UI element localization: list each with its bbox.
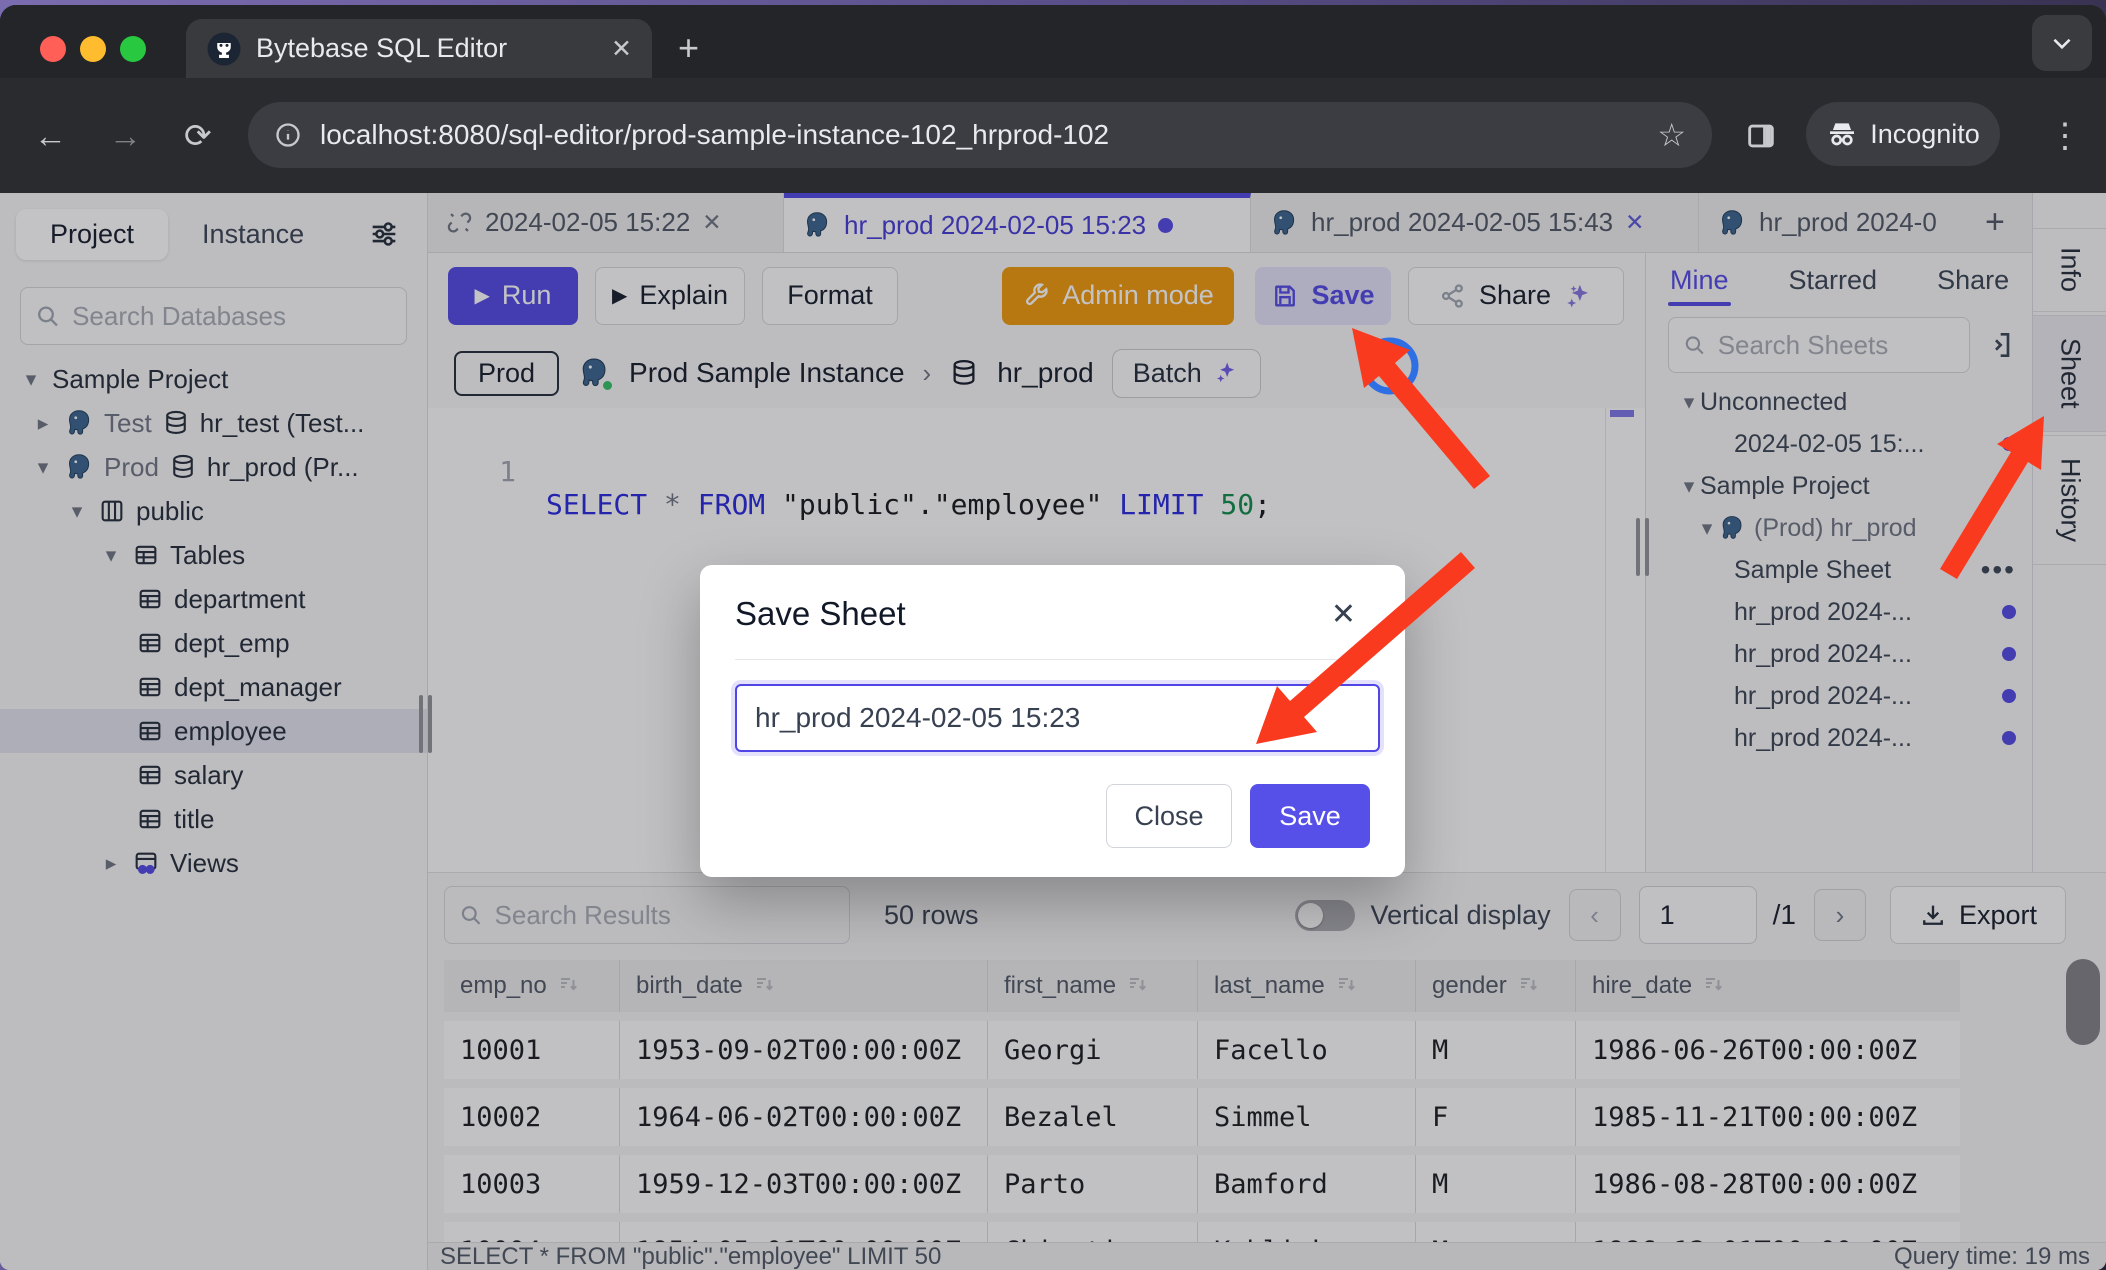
browser-tab-strip: Bytebase SQL Editor ✕ +: [0, 5, 2106, 78]
bytebase-favicon-icon: [206, 31, 242, 67]
url-text: localhost:8080/sql-editor/prod-sample-in…: [320, 119, 1639, 151]
back-icon[interactable]: ←: [34, 117, 67, 155]
close-window-button[interactable]: [40, 36, 66, 62]
side-panel-icon[interactable]: [1744, 119, 1778, 153]
incognito-label: Incognito: [1870, 119, 1980, 150]
minimize-window-button[interactable]: [80, 36, 106, 62]
site-info-icon[interactable]: [274, 121, 302, 149]
zoom-window-button[interactable]: [120, 36, 146, 62]
bookmark-star-icon[interactable]: ☆: [1657, 116, 1686, 154]
address-bar[interactable]: localhost:8080/sql-editor/prod-sample-in…: [248, 102, 1712, 168]
browser-menu-icon[interactable]: ⋮: [2048, 116, 2082, 156]
dialog-save-button[interactable]: Save: [1250, 784, 1370, 848]
browser-tab[interactable]: Bytebase SQL Editor ✕: [186, 19, 652, 78]
browser-toolbar: ← → ⟳ localhost:8080/sql-editor/prod-sam…: [0, 78, 2106, 193]
incognito-icon: [1826, 118, 1858, 150]
divider: [735, 659, 1370, 660]
sheet-name-input[interactable]: [735, 684, 1380, 752]
dialog-close-button[interactable]: Close: [1106, 784, 1232, 848]
close-tab-icon[interactable]: ✕: [611, 34, 632, 64]
new-tab-button[interactable]: +: [678, 27, 699, 69]
incognito-badge: Incognito: [1806, 102, 2000, 166]
forward-icon[interactable]: →: [109, 117, 142, 155]
reload-icon[interactable]: ⟳: [184, 116, 212, 155]
browser-window: Bytebase SQL Editor ✕ + ← → ⟳ localhost:…: [0, 5, 2106, 1270]
tab-search-button[interactable]: [2032, 15, 2092, 71]
dialog-title: Save Sheet: [735, 595, 906, 633]
save-sheet-dialog: Save Sheet ✕ Close Save: [700, 565, 1405, 877]
chevron-down-icon: [2049, 30, 2075, 56]
close-dialog-icon[interactable]: ✕: [1331, 597, 1370, 632]
screenshot-root: Bytebase SQL Editor ✕ + ← → ⟳ localhost:…: [0, 0, 2106, 1270]
browser-tab-title: Bytebase SQL Editor: [256, 33, 597, 64]
